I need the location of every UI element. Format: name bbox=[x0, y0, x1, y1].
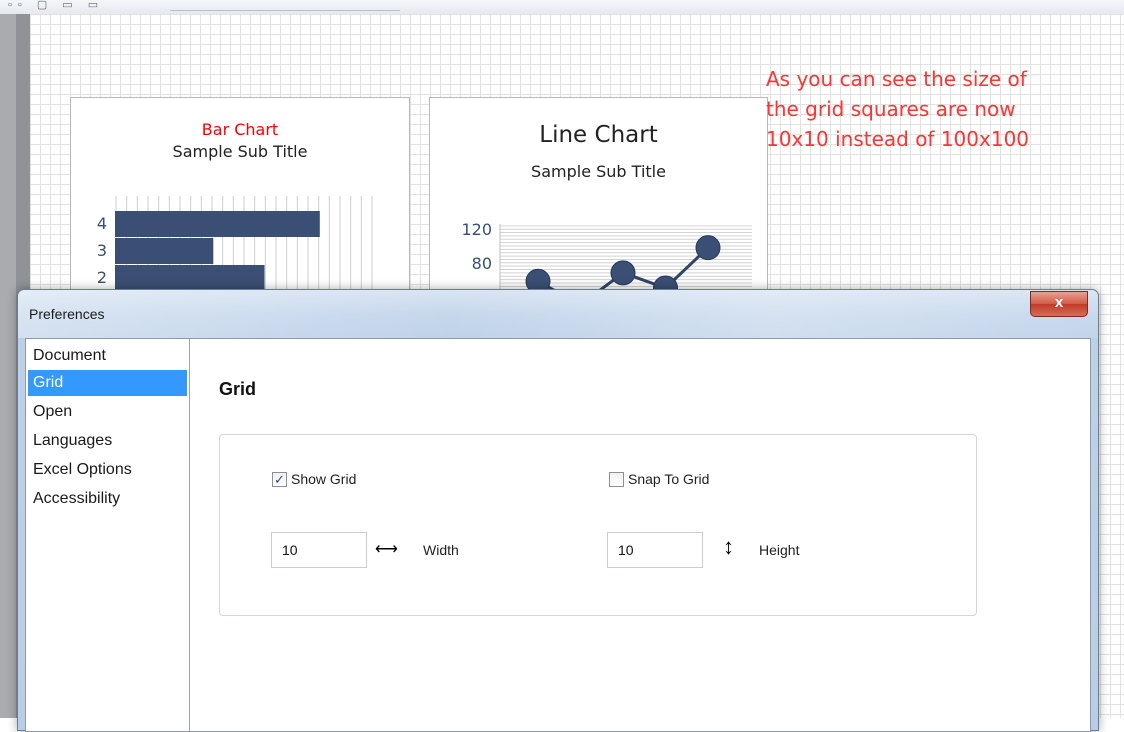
line-point bbox=[610, 260, 636, 286]
horizontal-arrow-icon: ⟷ bbox=[375, 541, 398, 558]
grid-height-input[interactable] bbox=[607, 532, 703, 568]
sidebar-item-accessibility[interactable]: Accessibility bbox=[28, 486, 187, 512]
line-y-tick-label: 120 bbox=[461, 220, 492, 239]
bar bbox=[115, 238, 214, 264]
page-title: Grid bbox=[219, 379, 257, 399]
vertical-arrow-icon: ↕ bbox=[723, 534, 734, 559]
sidebar-item-excel-options[interactable]: Excel Options bbox=[28, 457, 187, 483]
snap-to-grid-label: Snap To Grid bbox=[628, 471, 710, 487]
height-label: Height bbox=[759, 542, 800, 558]
sidebar-item-open[interactable]: Open bbox=[28, 399, 187, 425]
preferences-dialog: Preferences x Document Grid Open Languag… bbox=[17, 289, 1099, 732]
sidebar-item-document[interactable]: Document bbox=[28, 343, 187, 369]
bar-category-label: 2 bbox=[97, 268, 107, 287]
sidebar-item-grid[interactable]: Grid bbox=[28, 370, 187, 396]
show-grid-checkbox[interactable]: ✓ bbox=[272, 471, 287, 487]
snap-to-grid-checkbox[interactable] bbox=[609, 471, 624, 487]
width-label: Width bbox=[423, 542, 459, 558]
bar-category-label: 4 bbox=[97, 214, 107, 233]
dialog-body: Document Grid Open Languages Excel Optio… bbox=[25, 338, 1091, 732]
toolbar-divider bbox=[170, 2, 400, 11]
preferences-sidebar: Document Grid Open Languages Excel Optio… bbox=[26, 339, 190, 731]
annotation-note: As you can see the size of the grid squa… bbox=[766, 67, 1030, 151]
show-grid-option[interactable]: ✓ Show Grid bbox=[272, 471, 356, 487]
bar bbox=[115, 265, 265, 291]
grid-width-input[interactable] bbox=[271, 532, 367, 568]
dialog-title: Preferences bbox=[29, 306, 105, 322]
line-point bbox=[695, 235, 721, 261]
close-icon: x bbox=[1054, 294, 1064, 311]
line-y-tick-label: 80 bbox=[472, 254, 492, 273]
toolbar-icons[interactable]: ▫▫ ▢ ▭ ▭ bbox=[8, 0, 104, 11]
grid-settings-panel: Grid ✓ Show Grid Snap To Grid ⟷ Width ↕ … bbox=[190, 339, 1089, 731]
toolbar: ▫▫ ▢ ▭ ▭ bbox=[0, 0, 1124, 15]
close-button[interactable]: x bbox=[1030, 291, 1088, 317]
snap-to-grid-option[interactable]: Snap To Grid bbox=[609, 471, 709, 487]
sidebar-item-languages[interactable]: Languages bbox=[28, 428, 187, 454]
grid-options-group: ✓ Show Grid Snap To Grid ⟷ Width ↕ Heigh… bbox=[219, 434, 977, 616]
show-grid-label: Show Grid bbox=[291, 471, 357, 487]
bar-category-label: 3 bbox=[97, 241, 107, 260]
bar bbox=[115, 211, 320, 237]
